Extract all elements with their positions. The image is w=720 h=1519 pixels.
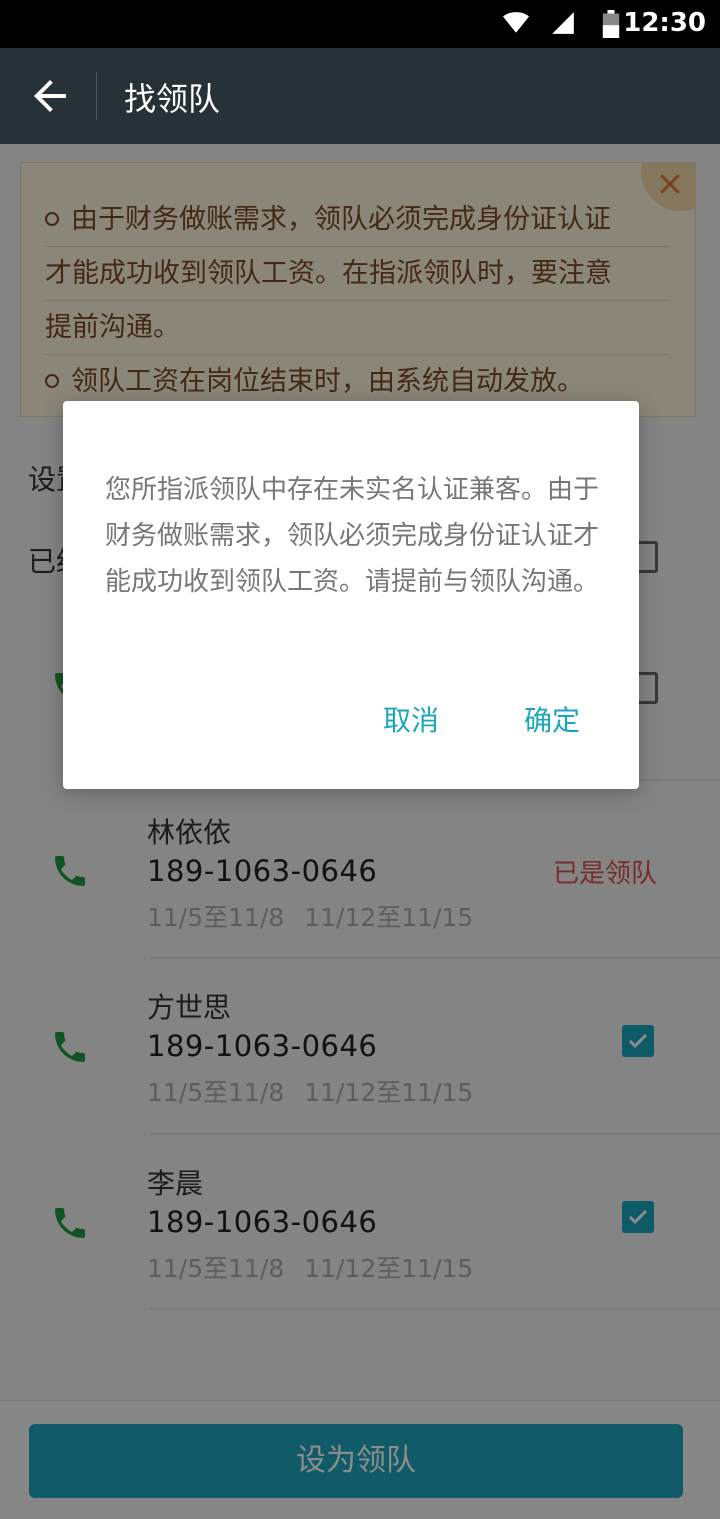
battery-icon	[602, 10, 620, 38]
app-bar-divider	[96, 72, 97, 120]
cell-signal-icon	[552, 12, 574, 34]
app-bar: 找领队	[0, 48, 720, 144]
status-bar: 12:30	[0, 0, 720, 48]
back-arrow-icon[interactable]	[26, 72, 74, 120]
page-title: 找领队	[124, 80, 221, 118]
dialog-message: 您所指派领队中存在未实名认证兼客。由于财务做账需求，领队必须完成身份证认证才能成…	[105, 475, 600, 597]
confirm-dialog: 您所指派领队中存在未实名认证兼客。由于财务做账需求，领队必须完成身份证认证才能成…	[63, 401, 639, 789]
ok-button[interactable]: 确定	[524, 699, 580, 739]
wifi-icon	[503, 12, 529, 33]
cancel-button[interactable]: 取消	[383, 699, 439, 739]
modal-scrim[interactable]	[0, 144, 720, 1519]
status-time: 12:30	[623, 8, 706, 38]
